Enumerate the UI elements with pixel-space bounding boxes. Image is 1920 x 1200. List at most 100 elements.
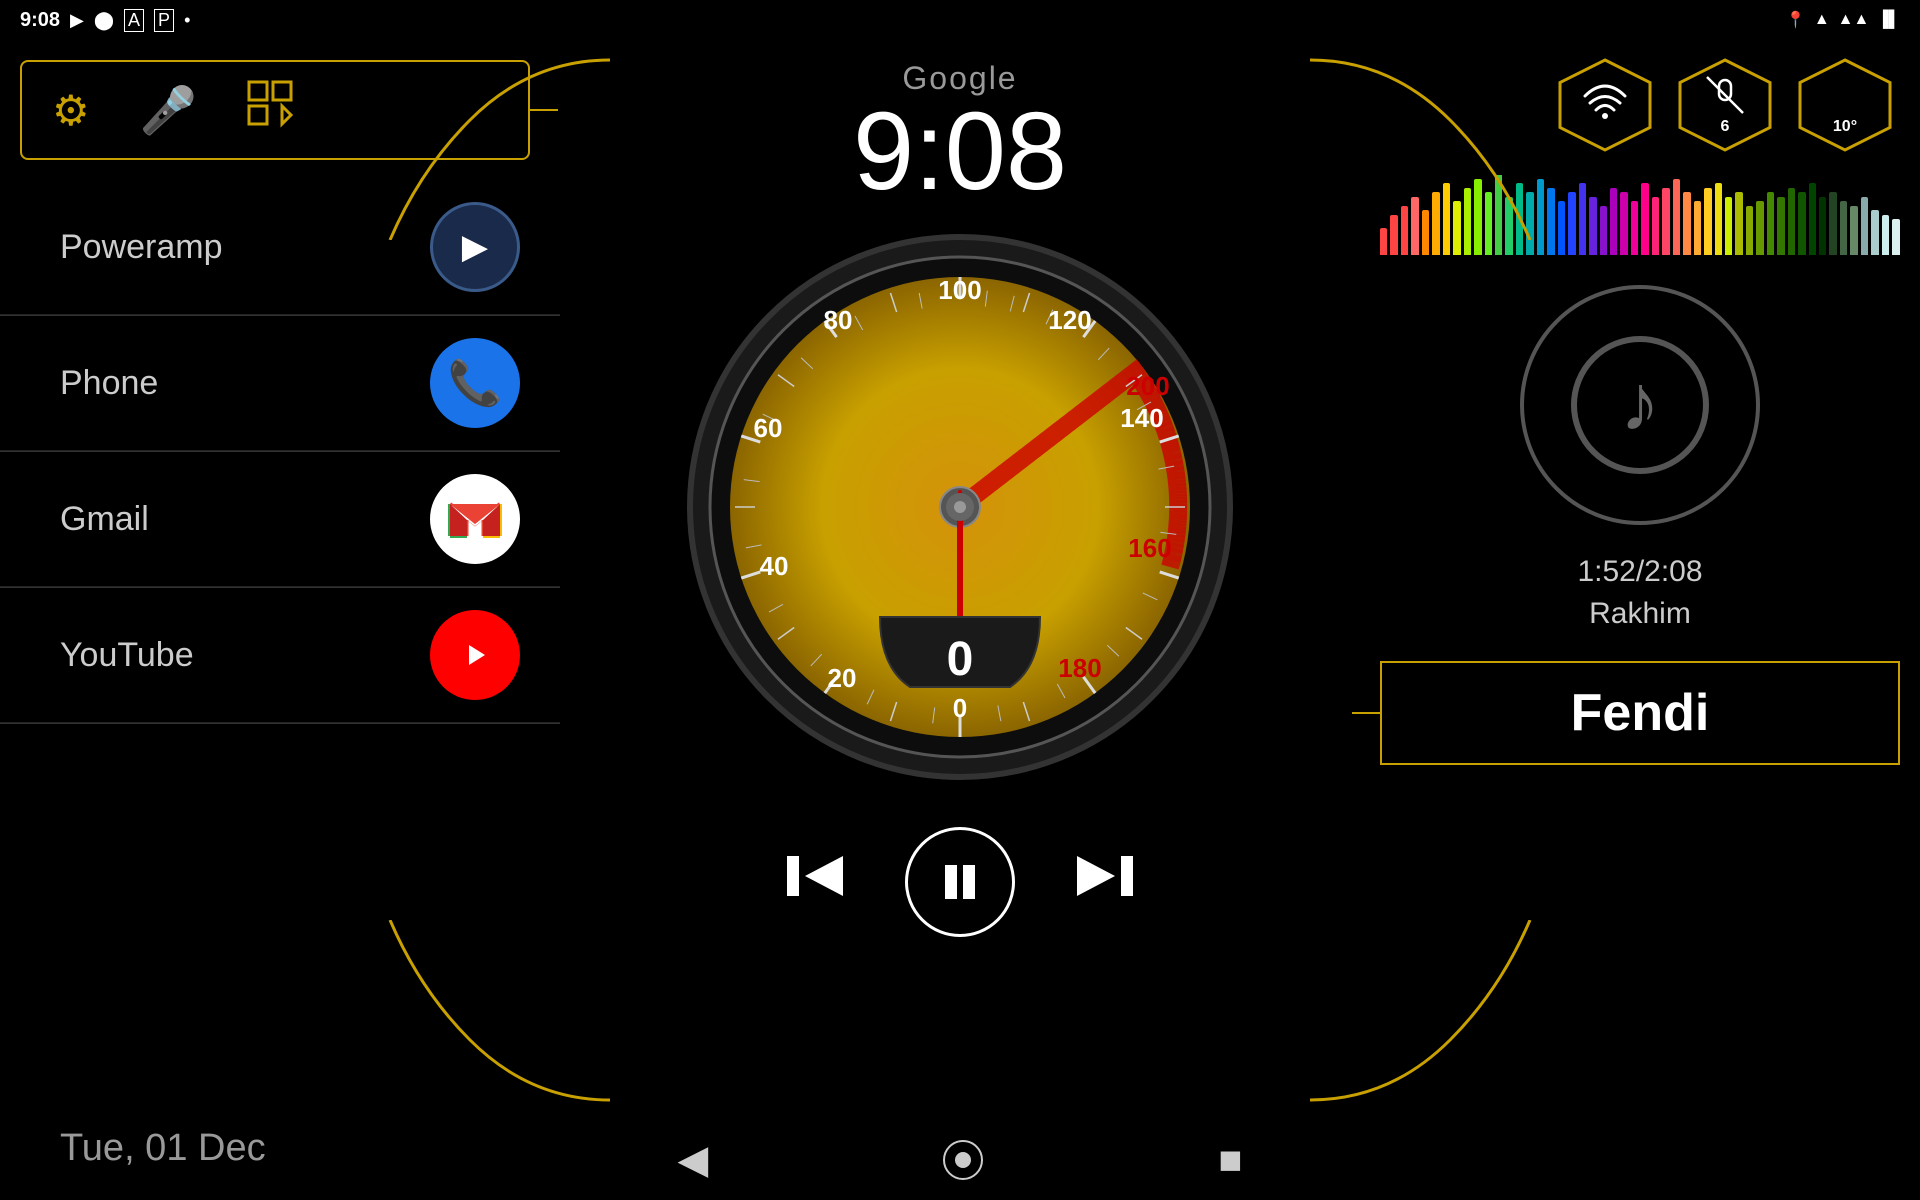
prev-button[interactable] — [785, 851, 845, 914]
date-display: Tue, 01 Dec — [0, 1097, 560, 1200]
svg-text:40: 40 — [760, 551, 789, 581]
track-time: 1:52/2:08 — [1380, 555, 1900, 589]
eq-bar — [1641, 183, 1648, 255]
weather-value: 10° — [1825, 118, 1865, 136]
app-item-youtube[interactable]: YouTube — [0, 588, 560, 723]
alpha-icon: A — [124, 9, 144, 32]
eq-bar — [1662, 188, 1669, 256]
app-item-poweramp[interactable]: Poweramp ▶ — [0, 180, 560, 315]
eq-bar — [1453, 201, 1460, 255]
eq-bar — [1850, 206, 1857, 256]
eq-bar — [1422, 210, 1429, 255]
song-title-box: Fendi — [1380, 661, 1900, 765]
wifi-icon: ▲ — [1814, 11, 1830, 29]
youtube-icon[interactable] — [430, 610, 520, 700]
mic-widget-icon — [1705, 75, 1745, 118]
eq-bar — [1631, 201, 1638, 255]
svg-text:180: 180 — [1058, 653, 1101, 683]
eq-bar — [1516, 183, 1523, 255]
dot-icon: • — [184, 10, 190, 31]
app-item-phone[interactable]: Phone 📞 — [0, 316, 560, 451]
track-info: 1:52/2:08 Rakhim — [1360, 545, 1920, 641]
status-bar: 9:08 ▶ ⬤ A P • 📍 ▲ ▲▲ ▐▌ — [0, 0, 1920, 40]
date-text: Tue, 01 Dec — [60, 1127, 266, 1169]
app-name-poweramp: Poweramp — [60, 228, 223, 267]
equalizer — [1380, 175, 1900, 255]
eq-bar — [1610, 188, 1617, 256]
stop-icon: ⬤ — [94, 10, 114, 31]
music-circle: ♪ — [1520, 285, 1760, 525]
svg-text:140: 140 — [1120, 403, 1163, 433]
eq-bar — [1474, 179, 1481, 256]
eq-bar — [1505, 197, 1512, 256]
eq-bar — [1694, 201, 1701, 255]
gmail-icon[interactable] — [430, 474, 520, 564]
svg-text:20: 20 — [828, 663, 857, 693]
speedometer: 0 20 40 60 80 100 120 140 160 180 200 — [680, 227, 1240, 787]
widget-weather[interactable]: 10° — [1790, 55, 1900, 155]
wifi-widget-icon — [1580, 81, 1630, 129]
eq-bar — [1683, 192, 1690, 255]
signal-icon: ▲▲ — [1838, 11, 1870, 29]
status-left: 9:08 ▶ ⬤ A P • — [20, 9, 190, 32]
eq-bar — [1411, 197, 1418, 256]
eq-bar — [1495, 175, 1502, 255]
svg-text:160: 160 — [1128, 533, 1171, 563]
center-panel: Google 9:08 — [560, 40, 1360, 1200]
next-button[interactable] — [1075, 851, 1135, 914]
eq-bar — [1746, 206, 1753, 256]
eq-bar — [1401, 206, 1408, 256]
left-panel: ⚙ 🎤 Poweramp ▶ Phone 📞 Gma — [0, 40, 560, 1200]
app-list: Poweramp ▶ Phone 📞 Gmail — [0, 170, 560, 1097]
pause-button[interactable] — [905, 827, 1015, 937]
poweramp-icon[interactable]: ▶ — [430, 202, 520, 292]
eq-bar — [1600, 206, 1607, 256]
phone-icon[interactable]: 📞 — [430, 338, 520, 428]
status-right: 📍 ▲ ▲▲ ▐▌ — [1786, 10, 1900, 30]
eq-bar — [1871, 210, 1878, 255]
svg-text:0: 0 — [947, 633, 974, 686]
eq-bar — [1443, 183, 1450, 255]
svg-text:♪: ♪ — [1620, 358, 1660, 447]
controls-box: ⚙ 🎤 — [20, 60, 530, 160]
location-icon: 📍 — [1786, 10, 1806, 30]
eq-bar — [1673, 179, 1680, 256]
svg-text:0: 0 — [953, 693, 967, 723]
play-status-icon: ▶ — [70, 10, 84, 31]
nav-bar: ◀ ■ — [560, 1120, 1360, 1200]
time-display: 9:08 — [853, 97, 1067, 207]
eq-bar — [1652, 197, 1659, 256]
widget-wifi[interactable] — [1550, 55, 1660, 155]
eq-bar — [1537, 179, 1544, 256]
eq-bar — [1725, 197, 1732, 256]
eq-bar — [1829, 192, 1836, 255]
eq-bar — [1579, 183, 1586, 255]
eq-bar — [1735, 192, 1742, 255]
recent-button[interactable]: ■ — [1218, 1138, 1242, 1183]
settings-icon[interactable]: ⚙ — [52, 86, 90, 135]
eq-bar — [1589, 197, 1596, 256]
eq-bar — [1767, 192, 1774, 255]
eq-bar — [1620, 192, 1627, 255]
song-title: Fendi — [1422, 683, 1858, 743]
eq-bar — [1715, 183, 1722, 255]
home-button[interactable] — [943, 1140, 983, 1180]
mic-value: 6 — [1705, 118, 1745, 136]
eq-bar — [1809, 183, 1816, 255]
widget-mic-off[interactable]: 6 — [1670, 55, 1780, 155]
app-name-phone: Phone — [60, 364, 158, 403]
eq-bar — [1568, 192, 1575, 255]
eq-bar — [1485, 192, 1492, 255]
google-time: Google 9:08 — [853, 60, 1067, 207]
svg-text:120: 120 — [1048, 305, 1091, 335]
eq-bar — [1558, 201, 1565, 255]
p-icon: P — [154, 9, 174, 32]
eq-bar — [1390, 215, 1397, 256]
svg-text:100: 100 — [938, 275, 981, 305]
apps-grid-icon[interactable] — [247, 80, 297, 140]
back-button[interactable]: ◀ — [678, 1137, 709, 1183]
microphone-icon[interactable]: 🎤 — [140, 83, 197, 138]
right-panel: 6 10° ♪ — [1360, 40, 1920, 1200]
app-name-youtube: YouTube — [60, 636, 194, 675]
app-item-gmail[interactable]: Gmail — [0, 452, 560, 587]
